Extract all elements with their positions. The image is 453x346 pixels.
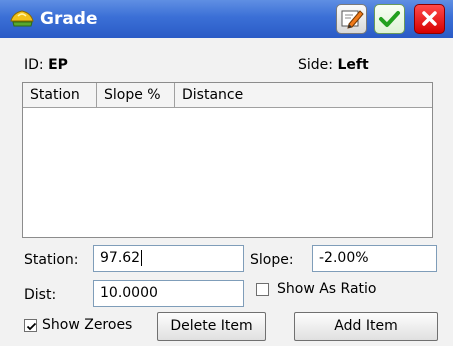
window-title: Grade xyxy=(40,9,98,29)
grade-window: Grade ID: EP Side: Left Station Slope % … xyxy=(0,0,453,346)
column-header-station[interactable]: Station xyxy=(23,83,97,107)
table-header: Station Slope % Distance xyxy=(23,83,432,108)
station-label: Station: xyxy=(24,252,79,268)
id-label: ID: xyxy=(24,57,44,73)
ok-button[interactable] xyxy=(374,4,405,34)
id-row: ID: EP xyxy=(24,56,68,74)
text-cursor xyxy=(141,250,143,266)
dist-input[interactable]: 10.0000 xyxy=(93,280,244,307)
slope-input[interactable]: -2.00% xyxy=(312,245,437,272)
dist-label: Dist: xyxy=(24,287,57,303)
dist-value: 10.0000 xyxy=(100,285,158,301)
edit-icon xyxy=(341,10,364,29)
table-body[interactable] xyxy=(23,107,432,237)
close-button[interactable] xyxy=(414,4,445,34)
side-label: Side: xyxy=(298,57,333,73)
close-icon xyxy=(422,11,437,26)
slope-value: -2.00% xyxy=(319,250,369,266)
station-input[interactable]: 97.62 xyxy=(93,245,244,272)
grade-table[interactable]: Station Slope % Distance xyxy=(22,82,433,238)
id-value: EP xyxy=(48,57,68,73)
side-value: Left xyxy=(337,57,369,73)
edit-button[interactable] xyxy=(336,4,367,34)
show-as-ratio-label[interactable]: Show As Ratio xyxy=(277,280,377,298)
station-value: 97.62 xyxy=(100,250,141,266)
add-item-button[interactable]: Add Item xyxy=(294,312,438,341)
delete-item-button[interactable]: Delete Item xyxy=(157,312,266,341)
show-as-ratio-checkbox[interactable] xyxy=(256,283,269,296)
column-header-slope[interactable]: Slope % xyxy=(97,83,175,107)
title-bar: Grade xyxy=(0,0,453,38)
show-zeroes-checkbox[interactable] xyxy=(24,319,37,332)
checkmark-icon xyxy=(379,11,400,27)
side-row: Side: Left xyxy=(298,56,369,74)
column-header-distance[interactable]: Distance xyxy=(175,83,432,107)
checkmark-icon xyxy=(26,322,37,331)
slope-label: Slope: xyxy=(250,252,294,268)
show-zeroes-label[interactable]: Show Zeroes xyxy=(42,316,132,334)
grade-app-icon xyxy=(10,10,34,27)
